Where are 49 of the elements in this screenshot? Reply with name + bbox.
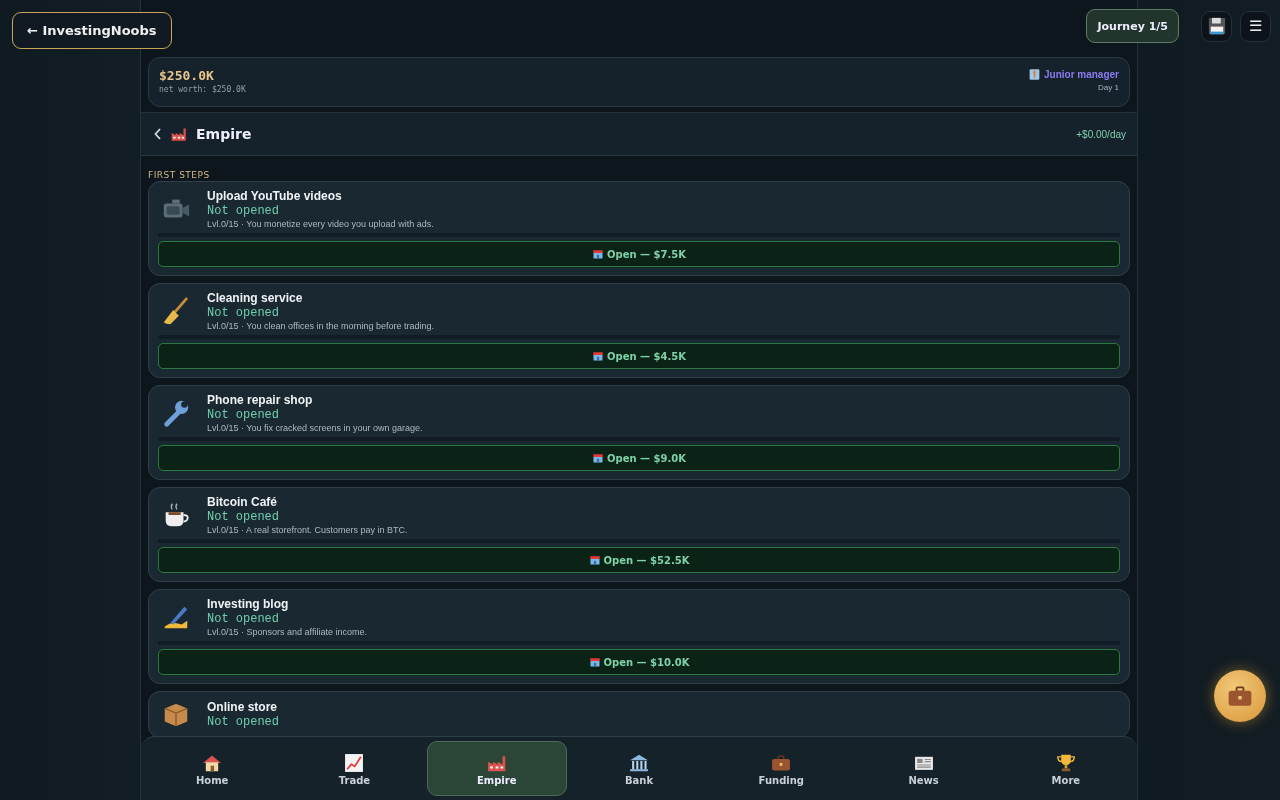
day-label: Day 1 [1098,83,1119,92]
nav-tab[interactable]: Empire [426,741,567,796]
business-name: Phone repair shop [207,393,314,407]
business-name: Investing blog [207,597,290,611]
open-button[interactable]: Open — $52.5K [158,547,1120,573]
business-info: Lvl.0/15 · You monetize every video you upload with ads. [207,219,434,229]
income-rate: +$0.00/day [1076,128,1126,140]
business-info: Lvl.0/15 · Sponsors and affiliate income. [207,627,367,637]
nav-tab[interactable]: News [853,741,994,796]
open-button[interactable]: Open — $7.5K [158,241,1120,267]
business-status: Not opened [207,307,280,319]
chart-icon [343,751,366,774]
cash-amount: $250.0K [159,68,215,83]
net-worth: net worth: $250.0K [159,85,246,94]
business-name: Bitcoin Café [207,495,278,509]
business-status: Not opened [207,613,280,625]
broom-icon [161,296,191,326]
business-status: Not opened [207,511,280,523]
business-name: Upload YouTube videos [207,189,343,203]
section-label: FIRST STEPS [148,170,211,180]
business-name: Online store [207,700,278,714]
store-icon [592,452,604,464]
nav-tab[interactable]: Bank [568,741,710,796]
back-chevron-icon[interactable] [154,128,162,140]
store-icon [588,656,601,668]
business-name: Cleaning service [207,291,304,305]
tie-icon [1027,68,1041,81]
factory-icon [170,125,188,143]
business-status: Not opened [207,409,280,421]
rank-label: Junior manager [1043,69,1119,80]
back-button[interactable]: ← InvestingNoobs [12,12,172,49]
open-button[interactable]: Open — $4.5K [158,343,1120,369]
open-button[interactable]: Open — $10.0K [158,649,1120,675]
store-icon [592,248,604,260]
business-status: Not opened [207,716,279,728]
store-icon [592,350,604,362]
journey-button[interactable]: Journey 1/5 [1086,9,1179,43]
nav-tab[interactable]: Home [142,741,283,796]
open-button[interactable]: Open — $9.0K [158,445,1120,471]
business-info: Lvl.0/15 · You clean offices in the morning before trading. [207,321,434,331]
nav-tab[interactable]: Trade [284,741,425,796]
business-status: Not opened [207,205,280,217]
nav-tab[interactable]: Funding [711,741,852,796]
page-title: Empire [196,126,252,142]
store-icon [588,554,601,566]
business-info: Lvl.0/15 · You fix cracked screens in your own garage. [207,423,423,433]
business-info: Lvl.0/15 · A real storefront. Customers pay in BTC. [207,525,408,535]
nav-tab[interactable]: More [995,741,1136,796]
wrench-icon [161,398,191,428]
